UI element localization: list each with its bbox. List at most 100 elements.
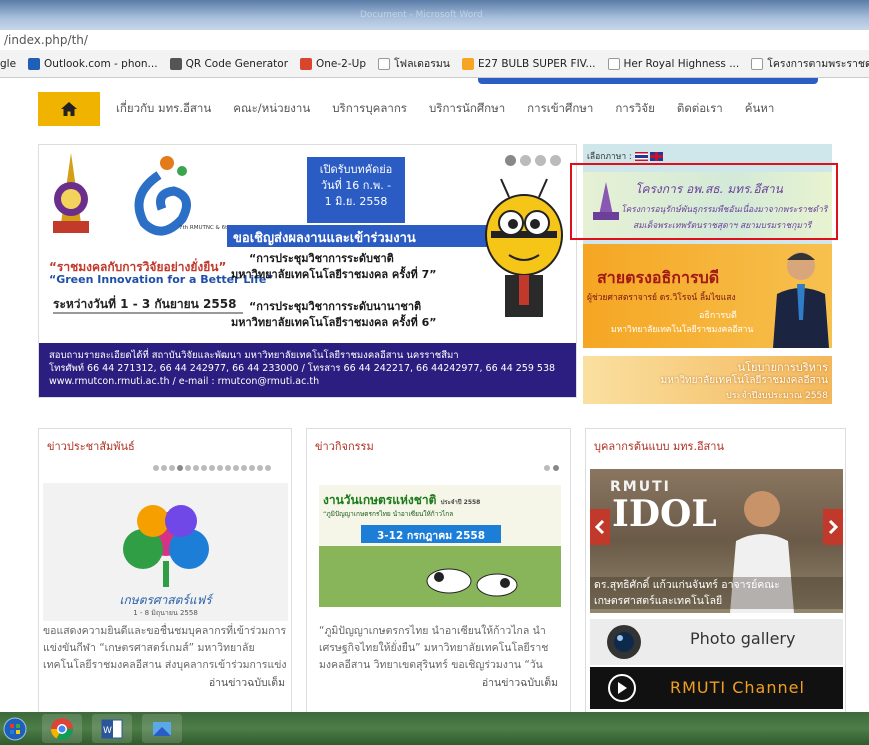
bee-mascot bbox=[485, 178, 563, 317]
bookmark-label: One-2-Up bbox=[316, 57, 367, 70]
poster-dates: 3-12 กรกฎาคม 2558 bbox=[361, 525, 501, 543]
bookmark-label: gle bbox=[0, 57, 17, 70]
slide-dot[interactable] bbox=[249, 465, 255, 471]
bookmark-item[interactable]: โครงการตามพระราชดำ... bbox=[751, 55, 869, 72]
divider bbox=[53, 312, 243, 314]
play-icon bbox=[608, 674, 636, 702]
language-selector: เลือกภาษา : bbox=[587, 149, 663, 163]
slide-dot[interactable] bbox=[177, 465, 183, 471]
home-button[interactable] bbox=[38, 92, 100, 126]
slogan-english: “Green Innovation for a Better Life” bbox=[49, 273, 274, 286]
slide-dot[interactable] bbox=[217, 465, 223, 471]
activity-news-panel: ข่าวกิจกรรม งานวันเกษตรแห่งชาติ ประจำปี … bbox=[306, 428, 571, 713]
nav-item[interactable]: บริการนักศึกษา bbox=[429, 100, 505, 118]
bookmark-icon bbox=[751, 57, 764, 70]
policy-banner-link[interactable]: นโยบายการบริหาร มหาวิทยาลัยเทคโนโลยีราชม… bbox=[583, 356, 832, 404]
pr-news-dots[interactable] bbox=[151, 465, 271, 471]
bookmark-icon bbox=[607, 57, 620, 70]
slide-dot[interactable] bbox=[225, 465, 231, 471]
staff-idol-title: บุคลากรต้นแบบ มทร.อีสาน bbox=[594, 440, 724, 453]
pr-news-text: ขอแสดงความยินดีและขอชื่นชมบุคลากรที่เข้า… bbox=[43, 625, 287, 671]
flower-logo-icon bbox=[123, 505, 209, 587]
hotline-title: สายตรงอธิการบดี bbox=[597, 268, 720, 287]
activity-news-text: “ภูมิปัญญาเกษตรกรไทย นำอาเซียนให้ก้าวไกล… bbox=[319, 625, 549, 671]
start-button[interactable] bbox=[0, 714, 30, 743]
abstract-deadline-box: เปิดรับบทคัดย่อ วันที่ 16 ก.พ. - 1 มิ.ย.… bbox=[307, 157, 405, 223]
slide-dot[interactable] bbox=[193, 465, 199, 471]
slide-dot[interactable] bbox=[265, 465, 271, 471]
activity-news-image[interactable]: งานวันเกษตรแห่งชาติ ประจำปี 2558 “ภูมิปั… bbox=[319, 485, 561, 621]
chrome-taskbar-button[interactable] bbox=[42, 714, 82, 743]
activity-news-dots[interactable] bbox=[541, 465, 559, 471]
slide-dot[interactable] bbox=[201, 465, 207, 471]
slide-dot[interactable] bbox=[553, 465, 559, 471]
bookmark-icon bbox=[378, 57, 391, 70]
rmuti-channel-link[interactable]: RMUTI Channel bbox=[590, 667, 843, 709]
bookmark-item[interactable]: E27 BULB SUPER FIV... bbox=[461, 57, 596, 70]
slide-dot[interactable] bbox=[161, 465, 167, 471]
nav-item[interactable]: ติดต่อเรา bbox=[677, 100, 723, 118]
pr-news-image[interactable]: เกษตรศาสตร์แฟร์ 1 - 8 มิถุนายน 2558 bbox=[43, 483, 288, 621]
slide-dot[interactable] bbox=[209, 465, 215, 471]
photo-gallery-link[interactable]: Photo gallery bbox=[590, 619, 843, 665]
nav-item[interactable]: บริการบุคลากร bbox=[332, 100, 407, 118]
slide-dot[interactable] bbox=[169, 465, 175, 471]
app-taskbar-button[interactable] bbox=[142, 714, 182, 743]
slide-dot[interactable] bbox=[185, 465, 191, 471]
pr-news-title: ข่าวประชาสัมพันธ์ bbox=[47, 440, 135, 453]
bookmark-item[interactable]: gle bbox=[0, 58, 16, 70]
bookmarks-bar: gle Outlook.com - phon... QR Code Generato… bbox=[0, 50, 869, 78]
bookmark-item[interactable]: โฟลเดอรมน bbox=[378, 55, 450, 72]
word-icon: W bbox=[101, 719, 123, 738]
slide-dot[interactable] bbox=[153, 465, 159, 471]
nav-item[interactable]: การวิจัย bbox=[615, 100, 655, 118]
slide-dot[interactable] bbox=[544, 465, 550, 471]
app-icon bbox=[153, 721, 171, 736]
slide-dot[interactable] bbox=[233, 465, 239, 471]
thai-flag-icon[interactable] bbox=[634, 151, 648, 161]
chevron-right-icon bbox=[828, 520, 838, 534]
slide-dot[interactable] bbox=[550, 155, 561, 166]
slide-dot[interactable] bbox=[241, 465, 247, 471]
address-bar[interactable]: /index.php/th/ bbox=[0, 30, 869, 50]
staff-idol-slider[interactable]: RMUTI IDOL ดร.สุทธิศักดิ์ แก้วแก่นจันทร์… bbox=[590, 469, 843, 613]
slider-next-button[interactable] bbox=[823, 509, 843, 545]
window-titlebar: Document - Microsoft Word bbox=[0, 0, 869, 30]
slide-dot[interactable] bbox=[257, 465, 263, 471]
activity-read-more-link[interactable]: อ่านข่าวฉบับเต็ม bbox=[482, 675, 558, 692]
idol-word: IDOL bbox=[612, 493, 717, 535]
windows-taskbar: W bbox=[0, 712, 869, 745]
right-sidebar: เลือกภาษา : โครงการ อพ.สธ. มทร.อีสาน โคร… bbox=[570, 144, 838, 404]
slide-dot[interactable] bbox=[520, 155, 531, 166]
conference-national-2: มหาวิทยาลัยเทคโนโลยีราชมงคล ครั้งที่ 7” bbox=[231, 268, 437, 281]
bookmark-label: QR Code Generator bbox=[185, 57, 289, 70]
nav-item[interactable]: ค้นหา bbox=[745, 100, 775, 118]
bookmark-item[interactable]: QR Code Generator bbox=[169, 57, 289, 70]
slider-prev-button[interactable] bbox=[590, 509, 610, 545]
home-icon bbox=[61, 102, 77, 116]
bookmark-item[interactable]: Outlook.com - phon... bbox=[28, 57, 158, 70]
svg-text:W: W bbox=[103, 726, 112, 736]
hotline-org: มหาวิทยาลัยเทคโนโลยีราชมงคลอีสาน bbox=[611, 325, 754, 335]
banner-slide-dots[interactable] bbox=[501, 155, 561, 166]
word-taskbar-button[interactable]: W bbox=[92, 714, 132, 743]
nav-item[interactable]: เกี่ยวกับ มทร.อีสาน bbox=[116, 100, 211, 118]
nav-item[interactable]: การเข้าศึกษา bbox=[527, 100, 593, 118]
invite-heading: ขอเชิญส่งผลงานและเข้าร่วมงาน bbox=[227, 225, 502, 247]
rmuti-channel-label: RMUTI Channel bbox=[670, 678, 805, 697]
pr-read-more-link[interactable]: อ่านข่าวฉบับเต็ม bbox=[209, 675, 285, 692]
slide-dot[interactable] bbox=[535, 155, 546, 166]
slide-dot[interactable] bbox=[505, 155, 516, 166]
nav-item[interactable]: คณะ/หน่วยงาน bbox=[233, 100, 310, 118]
bookmark-icon bbox=[461, 57, 474, 70]
news-panels: ข่าวประชาสัมพันธ์ เกษตรศาสตร์แฟร์ 1 - 8 … bbox=[38, 428, 846, 713]
main-banner[interactable]: 7th RMUTNC & 6th RMUTIC “ราชมงคลกับการวิ… bbox=[38, 144, 577, 398]
president-hotline-link[interactable]: สายตรงอธิการบดี ผู้ช่วยศาสตราจารย์ ดร.วิ… bbox=[583, 244, 832, 348]
uk-flag-icon[interactable] bbox=[649, 151, 663, 161]
policy-line-2: มหาวิทยาลัยเทคโนโลยีราชมงคลอีสาน bbox=[660, 375, 828, 386]
staff-idol-caption: ดร.สุทธิศักดิ์ แก้วแก่นจันทร์ อาจารย์คณะ… bbox=[590, 577, 843, 609]
bookmark-label: โครงการตามพระราชดำ... bbox=[767, 58, 869, 70]
bookmark-item[interactable]: Her Royal Highness ... bbox=[607, 57, 739, 70]
bookmark-item[interactable]: One-2-Up bbox=[300, 57, 367, 70]
window-title: Document - Microsoft Word bbox=[360, 10, 483, 20]
